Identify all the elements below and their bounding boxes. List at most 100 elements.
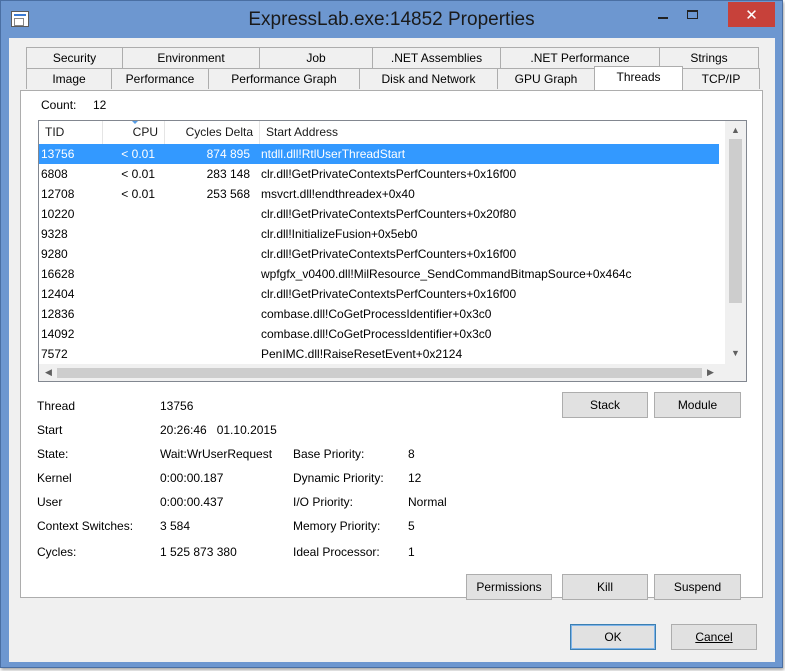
count-label: Count: (41, 98, 77, 112)
scroll-down-icon[interactable]: ▼ (725, 345, 746, 362)
vertical-scrollbar[interactable]: ▲ ▼ (725, 121, 746, 364)
thread-label: Thread (37, 399, 76, 413)
cell-tid: 12708 (41, 187, 75, 201)
stack-button[interactable]: Stack (562, 392, 648, 418)
user-label: User (37, 495, 63, 509)
context-switches-value: 3 584 (160, 519, 191, 533)
tab-disk-and-network[interactable]: Disk and Network (359, 68, 498, 89)
cell-start-address: combase.dll!CoGetProcessIdentifier+0x3c0 (261, 307, 492, 321)
user-value: 0:00:00.437 (160, 495, 224, 509)
thread-value: 13756 (160, 399, 194, 413)
tab-performance[interactable]: Performance (111, 68, 209, 89)
base-priority-label: Base Priority: (293, 447, 365, 461)
memory-priority-value: 5 (408, 519, 415, 533)
cell-tid: 12836 (41, 307, 75, 321)
sort-indicator-icon (131, 121, 139, 124)
column-header-start-address[interactable]: Start Address (260, 121, 719, 144)
tab-image[interactable]: Image (26, 68, 112, 89)
cell-start-address: ntdll.dll!RtlUserThreadStart (261, 147, 406, 161)
tab-threads[interactable]: Threads (594, 66, 683, 90)
horizontal-scroll-thumb[interactable] (57, 368, 702, 378)
ideal-processor-value: 1 (408, 545, 415, 559)
cell-tid: 14092 (41, 327, 75, 341)
scroll-right-icon[interactable]: ▶ (702, 364, 719, 381)
cell-cpu: < 0.01 (121, 187, 155, 201)
scroll-left-icon[interactable]: ◀ (40, 364, 57, 381)
cell-cycles-delta: 283 148 (206, 167, 250, 181)
table-row[interactable]: 13756 < 0.01 874 895 ntdll.dll!RtlUserThrea… (39, 144, 719, 164)
minimize-icon[interactable] (649, 2, 677, 27)
module-button[interactable]: Module (654, 392, 741, 418)
ideal-processor-label: Ideal Processor: (293, 545, 380, 559)
table-row[interactable]: 14092 combase.dll!CoGetProcessIdentifier+… (39, 324, 719, 344)
tab-gpu-graph[interactable]: GPU Graph (497, 68, 595, 89)
tab-tcp-ip[interactable]: TCP/IP (682, 68, 760, 89)
dynamic-priority-label: Dynamic Priority: (293, 471, 384, 485)
thread-list[interactable]: TID CPU Cycles Delta Start Address 13756… (38, 120, 747, 382)
tab-environment[interactable]: Environment (122, 47, 260, 68)
cell-start-address: clr.dll!GetPrivateContextsPerfCounters+0… (261, 207, 517, 221)
cell-start-address: combase.dll!CoGetProcessIdentifier+0x3c0 (261, 327, 492, 341)
io-priority-label: I/O Priority: (293, 495, 354, 509)
context-switches-label: Context Switches: (37, 519, 134, 533)
tab-net-performance[interactable]: .NET Performance (500, 47, 660, 68)
cell-cycles-delta: 253 568 (206, 187, 250, 201)
column-header-cpu-label: CPU (132, 125, 158, 139)
cell-cpu: < 0.01 (121, 167, 155, 181)
permissions-button[interactable]: Permissions (466, 574, 552, 600)
kill-button[interactable]: Kill (562, 574, 648, 600)
tab-net-assemblies[interactable]: .NET Assemblies (372, 47, 501, 68)
start-label: Start (37, 423, 63, 437)
table-row[interactable]: 9328 clr.dll!InitializeFusion+0x5eb0 (39, 224, 719, 244)
cell-tid: 12404 (41, 287, 75, 301)
maximize-icon[interactable] (678, 2, 706, 27)
table-row[interactable]: 7572 PenIMC.dll!RaiseResetEvent+0x2124 (39, 344, 719, 364)
close-icon[interactable]: ✕ (728, 2, 775, 27)
kernel-value: 0:00:00.187 (160, 471, 224, 485)
suspend-button[interactable]: Suspend (654, 574, 741, 600)
dialog-client-area: Security Environment Job .NET Assemblies… (9, 38, 775, 662)
list-body: 13756 < 0.01 874 895 ntdll.dll!RtlUserThrea… (39, 144, 719, 364)
count-value: 12 (93, 98, 107, 112)
tab-performance-graph[interactable]: Performance Graph (208, 68, 360, 89)
ok-button[interactable]: OK (570, 624, 656, 650)
column-header-cycles-delta[interactable]: Cycles Delta (165, 121, 260, 144)
dynamic-priority-value: 12 (408, 471, 422, 485)
cell-start-address: clr.dll!GetPrivateContextsPerfCounters+0… (261, 167, 517, 181)
cell-tid: 10220 (41, 207, 75, 221)
tab-job[interactable]: Job (259, 47, 373, 68)
table-row[interactable]: 6808 < 0.01 283 148 clr.dll!GetPrivateConte… (39, 164, 719, 184)
horizontal-scrollbar[interactable]: ◀ ▶ (39, 364, 727, 381)
scrollbar-corner (725, 364, 746, 381)
cell-start-address: clr.dll!GetPrivateContextsPerfCounters+0… (261, 247, 517, 261)
vertical-scroll-thumb[interactable] (729, 139, 742, 303)
state-label: State: (37, 447, 69, 461)
cell-tid: 9280 (41, 247, 68, 261)
column-header-cpu[interactable]: CPU (103, 121, 165, 144)
table-row[interactable]: 10220 clr.dll!GetPrivateContextsPerfCount… (39, 204, 719, 224)
list-header: TID CPU Cycles Delta Start Address (39, 121, 719, 144)
table-row[interactable]: 16628 wpfgfx_v0400.dll!MilResource_SendCo… (39, 264, 719, 284)
cell-start-address: clr.dll!GetPrivateContextsPerfCounters+0… (261, 287, 517, 301)
cancel-button[interactable]: Cancel (671, 624, 757, 650)
cell-start-address: wpfgfx_v0400.dll!MilResource_SendCommand… (261, 267, 632, 281)
tab-strings[interactable]: Strings (659, 47, 759, 68)
scroll-up-icon[interactable]: ▲ (725, 122, 746, 139)
cell-tid: 7572 (41, 347, 68, 361)
table-row[interactable]: 9280 clr.dll!GetPrivateContextsPerfCounte… (39, 244, 719, 264)
table-row[interactable]: 12708 < 0.01 253 568 msvcrt.dll!endthreadex… (39, 184, 719, 204)
tab-security[interactable]: Security (26, 47, 123, 68)
table-row[interactable]: 12404 clr.dll!GetPrivateContextsPerfCount… (39, 284, 719, 304)
memory-priority-label: Memory Priority: (293, 519, 381, 533)
table-row[interactable]: 12836 combase.dll!CoGetProcessIdentifier+… (39, 304, 719, 324)
kernel-label: Kernel (37, 471, 72, 485)
title-bar[interactable]: ExpressLab.exe:14852 Properties ✕ (1, 1, 782, 38)
state-value: Wait:WrUserRequest (160, 447, 273, 461)
start-value: 20:26:46 01.10.2015 (160, 423, 277, 437)
base-priority-value: 8 (408, 447, 415, 461)
cell-cpu: < 0.01 (121, 147, 155, 161)
cell-start-address: clr.dll!InitializeFusion+0x5eb0 (261, 227, 418, 241)
cell-tid: 9328 (41, 227, 68, 241)
cell-tid: 13756 (41, 147, 75, 161)
column-header-tid[interactable]: TID (39, 121, 103, 144)
